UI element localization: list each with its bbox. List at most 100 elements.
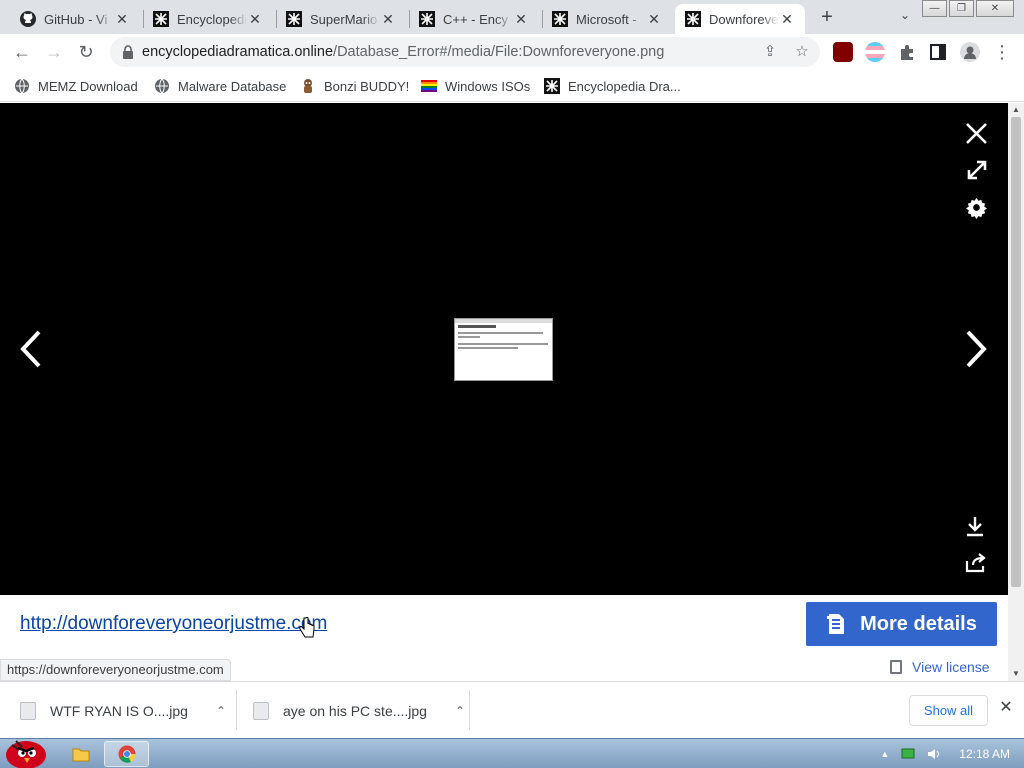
chevron-up-icon[interactable]: ⌃ — [216, 704, 226, 718]
tab-close-icon[interactable]: ✕ — [646, 11, 662, 27]
tab-encyclopedia[interactable]: Encyclopedi ✕ — [143, 4, 273, 34]
tab-title: SuperMario — [310, 11, 378, 27]
minimize-button[interactable]: — — [922, 0, 947, 17]
system-tray: ▲ 12:18 AM — [874, 739, 1024, 768]
bookmark-bonzi-buddy[interactable]: Bonzi BUDDY! — [300, 76, 409, 96]
tab-title: Microsoft - — [576, 11, 637, 27]
view-license-link[interactable]: View license — [890, 659, 990, 675]
download-separator — [236, 690, 237, 730]
image-thumbnail[interactable] — [454, 318, 553, 381]
bookmark-encyclopedia-dramatica[interactable]: Encyclopedia Dra... — [544, 76, 681, 96]
ed-icon — [286, 11, 302, 27]
more-details-button[interactable]: More details — [806, 602, 997, 646]
ublock-icon[interactable] — [833, 42, 853, 62]
chevron-up-icon[interactable]: ⌃ — [455, 704, 465, 718]
bookmark-label: MEMZ Download — [38, 78, 138, 94]
new-tab-button[interactable]: + — [815, 6, 839, 30]
download-item[interactable]: WTF RYAN IS O....jpg ⌃ — [20, 682, 226, 739]
url-host: encyclopediadramatica.online — [142, 44, 334, 60]
bookmark-label: Malware Database — [178, 78, 287, 94]
download-item[interactable]: aye on his PC ste....jpg ⌃ — [253, 682, 465, 739]
ed-icon — [685, 11, 701, 27]
volume-icon[interactable] — [927, 748, 941, 760]
browser-toolbar: ← → ↻ encyclopediadramatica.online/Datab… — [0, 34, 1024, 70]
bookmark-label: Windows ISOs — [445, 78, 531, 94]
extension-flag-icon[interactable] — [865, 42, 885, 62]
tab-close-icon[interactable]: ✕ — [513, 11, 529, 27]
side-panel-icon[interactable] — [928, 42, 948, 62]
window-controls: — ❐ ✕ — [920, 0, 1014, 17]
bookmark-windows-isos[interactable]: Windows ISOs — [421, 76, 530, 96]
share-image-icon[interactable] — [965, 553, 987, 573]
lock-icon[interactable] — [122, 45, 134, 59]
tab-title: Encyclopedi — [177, 11, 247, 27]
page-viewport: http://downforeveryoneorjustme.com More … — [0, 103, 1008, 681]
clock[interactable]: 12:18 AM — [959, 747, 1010, 761]
bookmark-memz[interactable]: MEMZ Download — [14, 76, 138, 96]
thumbnail-line — [458, 347, 518, 349]
reload-button[interactable]: ↻ — [74, 40, 98, 64]
page-scrollbar[interactable]: ▲ ▼ — [1008, 103, 1024, 681]
scroll-down-icon[interactable]: ▼ — [1008, 667, 1024, 681]
fullscreen-icon[interactable] — [966, 159, 988, 181]
taskbar-chrome-icon[interactable] — [104, 741, 149, 767]
tab-supermario[interactable]: SuperMario ✕ — [276, 4, 406, 34]
url-path: /Database_Error#/media/File:Downforevery… — [333, 44, 665, 60]
file-source-link[interactable]: http://downforeveryoneorjustme.com — [20, 613, 327, 635]
bookmark-star-icon[interactable]: ☆ — [792, 42, 812, 62]
address-bar[interactable]: encyclopediadramatica.online/Database_Er… — [110, 37, 820, 67]
close-download-shelf-icon[interactable]: ✕ — [997, 699, 1015, 717]
hand-cursor-icon — [299, 617, 315, 638]
tab-close-icon[interactable]: ✕ — [380, 11, 396, 27]
close-viewer-icon[interactable] — [965, 122, 988, 145]
back-button[interactable]: ← — [10, 40, 34, 64]
tab-microsoft[interactable]: Microsoft - ✕ — [542, 4, 672, 34]
bookmarks-bar: MEMZ Download Malware Database Bonzi BUD… — [0, 70, 1024, 102]
github-icon — [20, 11, 36, 27]
profile-avatar-icon[interactable] — [960, 42, 980, 62]
taskbar-explorer-icon[interactable] — [66, 741, 96, 767]
forward-button[interactable]: → — [42, 40, 66, 64]
scrollbar-thumb[interactable] — [1011, 117, 1021, 587]
tab-title: C++ - Ency — [443, 11, 509, 27]
bonzi-icon — [304, 79, 312, 93]
tab-title: Downforeve — [709, 11, 779, 27]
tab-strip: GitHub - Vi ✕ Encyclopedi ✕ SuperMario ✕… — [0, 0, 1024, 34]
tab-close-icon[interactable]: ✕ — [114, 11, 130, 27]
viewer-caption: http://downforeveryoneorjustme.com More … — [0, 595, 1008, 681]
bookmark-malware-database[interactable]: Malware Database — [154, 76, 286, 96]
media-viewer — [0, 103, 1008, 595]
download-filename: aye on his PC ste....jpg — [283, 702, 427, 719]
thumbnail-line — [458, 336, 480, 338]
url-text[interactable]: encyclopediadramatica.online/Database_Er… — [142, 44, 664, 60]
maximize-button[interactable]: ❐ — [949, 0, 974, 17]
view-license-label: View license — [912, 659, 990, 675]
tray-expand-icon[interactable]: ▲ — [880, 749, 889, 759]
close-window-button[interactable]: ✕ — [976, 0, 1014, 17]
rainbow-flag-icon — [421, 80, 437, 92]
scroll-up-icon[interactable]: ▲ — [1008, 103, 1024, 117]
next-image-icon[interactable] — [964, 329, 988, 369]
thumbnail-line — [458, 332, 543, 334]
tab-cpp[interactable]: C++ - Ency ✕ — [409, 4, 539, 34]
start-button-angry-bird-icon[interactable] — [2, 731, 50, 768]
show-all-downloads-button[interactable]: Show all — [909, 695, 988, 726]
settings-gear-icon[interactable] — [965, 196, 988, 219]
tab-close-icon[interactable]: ✕ — [779, 11, 795, 27]
windows-taskbar: ▲ 12:18 AM — [0, 738, 1024, 768]
previous-image-icon[interactable] — [19, 329, 43, 369]
tab-github[interactable]: GitHub - Vi ✕ — [10, 4, 140, 34]
download-icon[interactable] — [965, 515, 985, 537]
tab-downforeveryone-active[interactable]: Downforeve ✕ — [675, 4, 805, 34]
download-filename: WTF RYAN IS O....jpg — [50, 702, 188, 719]
extensions-puzzle-icon[interactable] — [897, 42, 917, 62]
share-icon[interactable]: ⇪ — [760, 42, 780, 62]
thumbnail-header — [455, 319, 552, 323]
thumbnail-title — [458, 325, 496, 328]
tab-search-button[interactable]: ⌄ — [895, 8, 915, 28]
network-icon[interactable] — [901, 748, 915, 760]
tab-close-icon[interactable]: ✕ — [247, 11, 263, 27]
ed-icon — [552, 11, 568, 27]
chrome-menu-button[interactable]: ⋮ — [990, 40, 1014, 64]
status-bar-url: https://downforeveryoneorjustme.com — [0, 659, 231, 681]
